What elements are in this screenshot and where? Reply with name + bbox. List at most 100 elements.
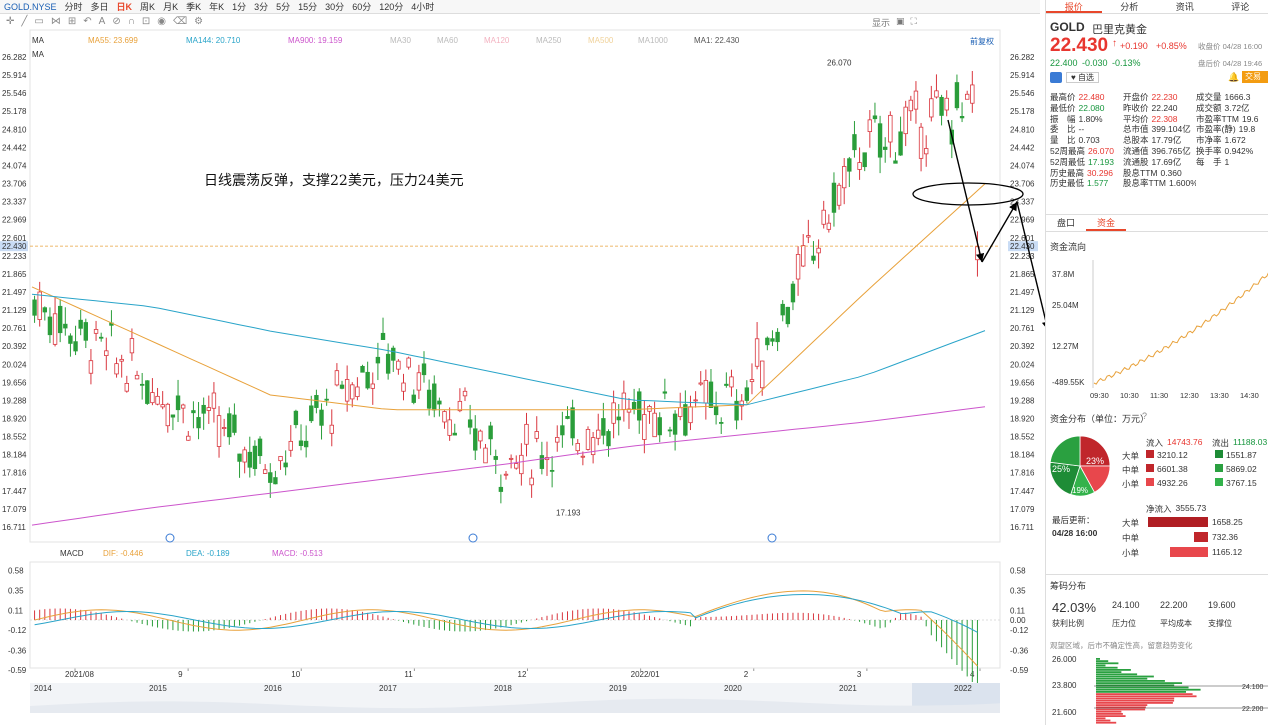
candle-body — [862, 152, 867, 168]
candle-body — [795, 254, 801, 280]
candle-body — [437, 400, 442, 405]
quote-cell: 股息TTM 0.360 — [1123, 167, 1182, 178]
candle-body — [416, 372, 422, 391]
price-tick-left: 18.552 — [2, 433, 27, 442]
candle-body — [898, 131, 903, 156]
tab-funds[interactable]: 资金 — [1086, 215, 1126, 231]
candle-body — [145, 380, 150, 404]
candle-body — [570, 407, 575, 439]
candle-body — [93, 329, 99, 334]
price-tick-right: 26.282 — [1010, 53, 1035, 62]
chip-bar — [1096, 710, 1122, 713]
after-hours-change: -0.030 — [1082, 58, 1108, 68]
chip-stat-value: 19.600 — [1208, 600, 1236, 610]
candle-body — [580, 455, 586, 458]
candle-body — [432, 383, 437, 411]
tab-analysis[interactable]: 分析 — [1102, 0, 1158, 13]
chip-bar — [1096, 673, 1138, 676]
trade-button[interactable]: 交易 — [1242, 71, 1268, 83]
price-tick-left: 20.392 — [2, 342, 27, 351]
tab-orderbook[interactable]: 盘口 — [1046, 215, 1086, 231]
net-value: 732.36 — [1212, 532, 1238, 542]
quote-row: 最低价 22.080 昨收价 22.240 成交额 3.72亿 — [1050, 103, 1268, 114]
candle-body — [913, 90, 919, 110]
price-tick-left: 25.546 — [2, 89, 27, 98]
candle-body — [447, 419, 452, 436]
price-tick-left: 19.288 — [2, 396, 27, 405]
bell-icon[interactable]: 🔔 — [1228, 72, 1239, 83]
price-tick-left: 23.706 — [2, 179, 27, 188]
candle-body — [442, 411, 447, 423]
candle-body — [216, 415, 222, 447]
dea-legend: DEA: -0.189 — [186, 549, 230, 558]
price-tick-left: 21.497 — [2, 288, 27, 297]
high-label: 26.070 — [827, 58, 852, 67]
flow-y-tick: -489.55K — [1052, 378, 1085, 387]
date-tick: 2 — [744, 670, 749, 679]
candle-body — [68, 335, 73, 344]
flow-y-tick: 37.8M — [1052, 270, 1075, 279]
price-tick-left: 18.920 — [2, 415, 27, 424]
candle-body — [964, 93, 970, 100]
date-tick: 10 — [291, 670, 300, 679]
candle-body — [847, 158, 852, 172]
macd-tick-right: 0.11 — [1010, 607, 1026, 616]
chip-bar — [1096, 693, 1193, 695]
share-icon[interactable] — [1050, 72, 1062, 83]
candle-body — [514, 463, 519, 469]
watchlist-button[interactable]: ♥ 自选 — [1066, 72, 1099, 83]
price-tick-left: 18.184 — [2, 451, 27, 460]
tab-quote[interactable]: 报价 — [1046, 0, 1102, 13]
tab-news[interactable]: 资讯 — [1157, 0, 1213, 13]
chip-stat-value: 22.200 — [1160, 600, 1188, 610]
candlestick-chart[interactable]: 26.282 26.282 25.914 25.914 25.546 25.546 25.1… — [0, 0, 1045, 725]
candle-body — [657, 417, 662, 436]
chip-stat-value: 42.03% — [1052, 600, 1097, 615]
price-tick-right: 20.392 — [1010, 342, 1035, 351]
fund-flow-chart[interactable]: 37.8M 25.04M 12.27M -489.55K 09:30 10:30 11:30… — [1046, 250, 1268, 410]
candle-body — [621, 392, 627, 410]
chip-bar — [1096, 677, 1148, 680]
quote-cell: 最低价 22.080 — [1050, 102, 1105, 113]
chip-bar — [1096, 675, 1154, 678]
quote-cell: 振 幅 1.80% — [1050, 113, 1103, 124]
price-tick-right: 18.552 — [1010, 433, 1035, 442]
quote-cell: 市盈率TTM 19.6 — [1196, 113, 1259, 124]
date-tick: 2022/01 — [631, 670, 660, 679]
chip-bar — [1096, 717, 1106, 720]
chip-stat-label: 压力位 — [1112, 619, 1136, 628]
candle-body — [801, 245, 806, 267]
price-tick-right: 25.914 — [1010, 71, 1035, 80]
chip-bar — [1096, 704, 1148, 706]
candle-body — [749, 379, 755, 383]
chip-bar — [1096, 669, 1131, 671]
macd-tick-right: -0.59 — [1010, 666, 1029, 675]
overview-tick: 2022 — [954, 684, 972, 693]
quote-panel: 报价 分析 资讯 评论 GOLD 巴里克黄金 22.430 ↑ +0.190 +… — [1045, 0, 1268, 725]
candle-body — [52, 313, 58, 345]
price-tick-right: 20.024 — [1010, 360, 1035, 369]
candle-body — [765, 337, 770, 346]
candle-body — [924, 148, 929, 155]
macd-tick-left: -0.36 — [8, 647, 27, 656]
tab-comments[interactable]: 评论 — [1213, 0, 1268, 13]
help-icon[interactable]: ? — [1142, 411, 1147, 421]
candle-body — [375, 356, 381, 364]
pie-label: 19% — [1072, 486, 1088, 495]
candle-body — [806, 235, 811, 238]
macd-legend-label[interactable]: MACD — [60, 549, 84, 558]
candle-body — [227, 413, 232, 438]
chip-bar — [1096, 671, 1122, 673]
outflow-total: 11188.03 — [1233, 437, 1268, 447]
price-tick-right: 24.810 — [1010, 125, 1035, 134]
candle-body — [452, 432, 457, 436]
candle-body — [196, 417, 201, 429]
candle-body — [257, 438, 263, 457]
macd-tick-right: 0.58 — [1010, 567, 1026, 576]
chip-bar — [1096, 686, 1189, 689]
macd-tick-right: -0.36 — [1010, 647, 1029, 656]
chip-note: 观望区域，后市不确定性高，留意趋势变化 — [1050, 641, 1193, 650]
candle-body — [770, 338, 775, 342]
chip-stat-label: 平均成本 — [1160, 619, 1192, 628]
quote-cell: 昨收价 22.240 — [1123, 102, 1178, 113]
